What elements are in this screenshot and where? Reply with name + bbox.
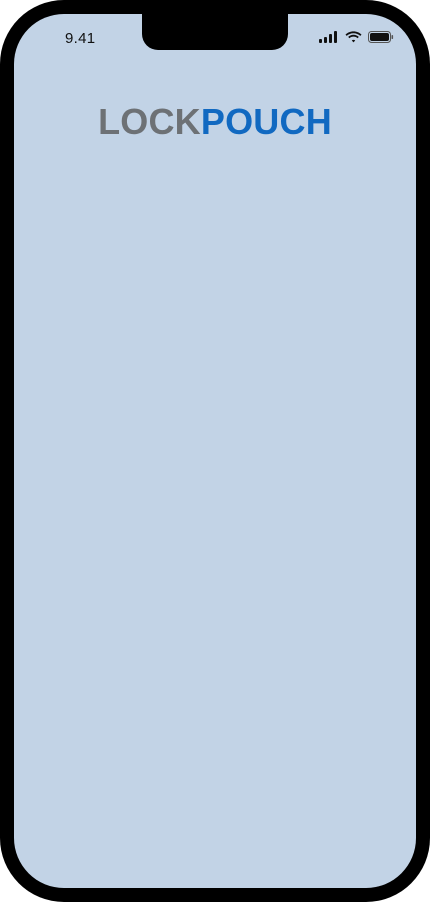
app-logo: LOCKPOUCH — [14, 100, 416, 144]
status-icons — [319, 30, 394, 44]
logo-lock-text: LOCK — [98, 101, 201, 142]
device-notch — [142, 14, 288, 50]
device-frame: 9.41 LOCKPOUCH — [0, 0, 430, 902]
logo-pouch-text: POUCH — [200, 101, 332, 142]
battery-icon — [368, 31, 394, 43]
wifi-icon — [345, 31, 362, 43]
status-time: 9.41 — [65, 30, 96, 47]
signal-icon — [319, 31, 337, 43]
app-screen: 9.41 LOCKPOUCH — [14, 14, 416, 888]
